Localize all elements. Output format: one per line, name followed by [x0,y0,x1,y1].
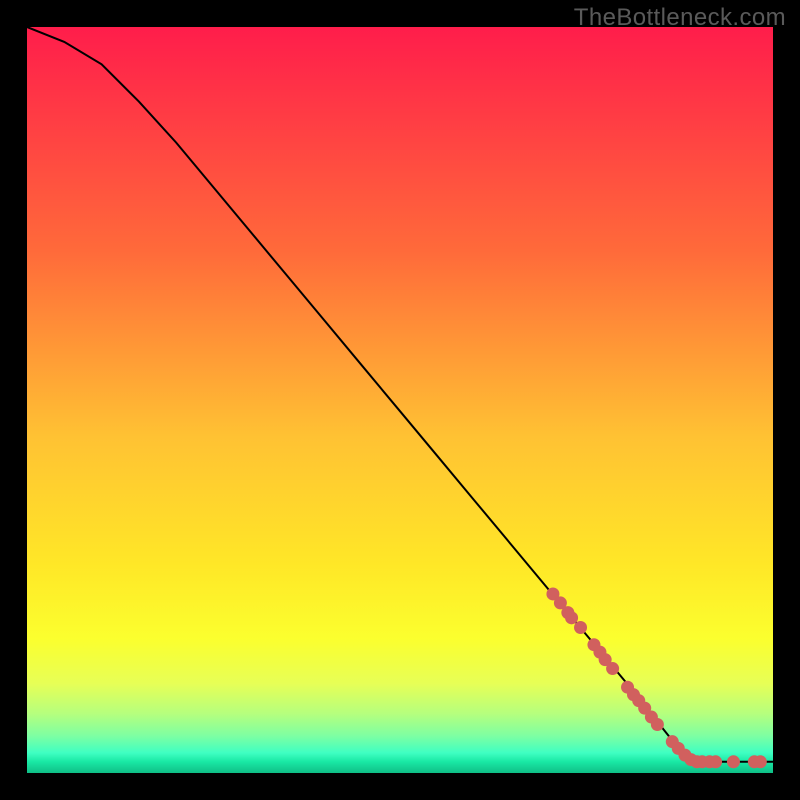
main-curve [27,27,773,762]
highlight-dot [727,755,740,768]
chart-frame: TheBottleneck.com [0,0,800,800]
highlight-dots [546,587,766,768]
curve-layer [27,27,773,773]
highlight-dot [574,621,587,634]
watermark-label: TheBottleneck.com [574,4,786,32]
highlight-dot [651,718,664,731]
highlight-dot [754,755,767,768]
highlight-dot [709,755,722,768]
highlight-dot [606,662,619,675]
highlight-dot [565,611,578,624]
plot-area [27,27,773,773]
